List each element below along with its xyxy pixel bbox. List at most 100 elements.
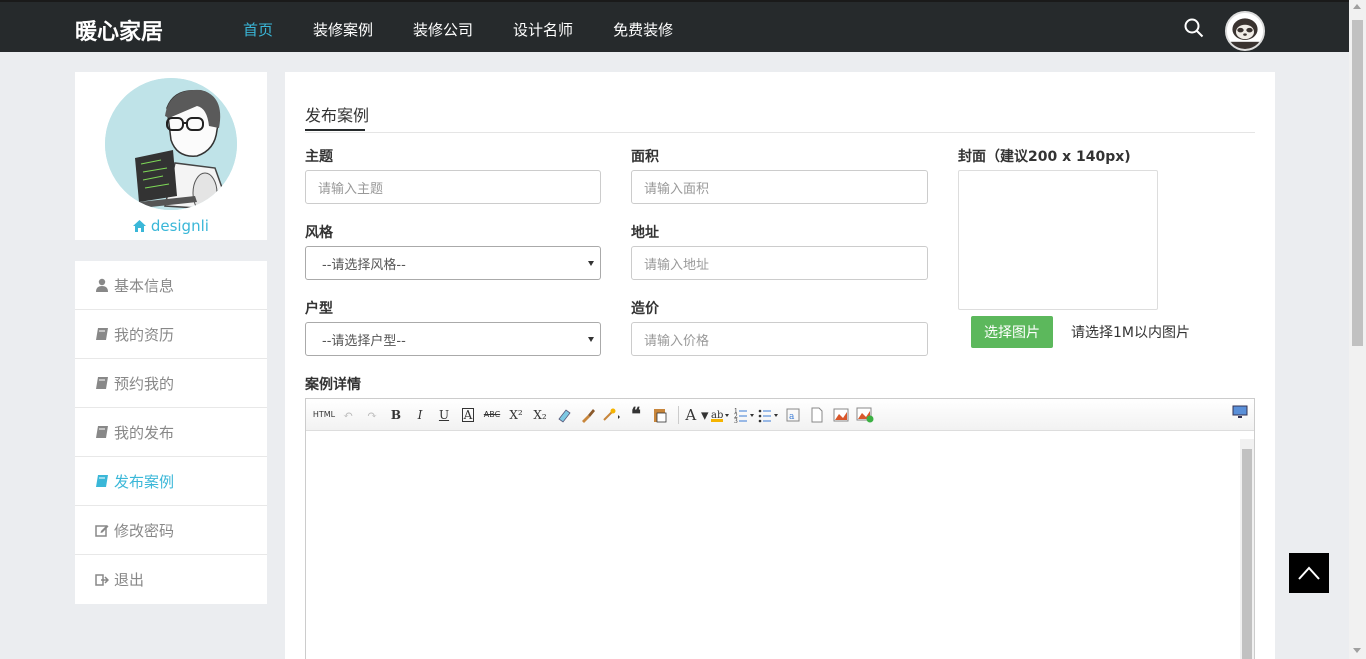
detail-label: 案例详情 <box>305 377 361 393</box>
nav-item-free-decoration[interactable]: 免费装修 <box>613 19 673 40</box>
sidebar-item-basic-info[interactable]: 基本信息 <box>75 261 267 310</box>
html-source-button[interactable]: HTML <box>312 405 336 425</box>
home-icon <box>133 220 147 232</box>
sidebar-menu: 基本信息 我的资历 预约我的 我的发布 发布案例 修改密码 退出 <box>75 261 267 604</box>
nav-item-home[interactable]: 首页 <box>243 19 273 40</box>
cover-preview <box>958 170 1158 310</box>
profile-name-text: designli <box>150 217 209 235</box>
book-icon <box>96 328 108 340</box>
house-type-label: 户型 <box>305 301 333 317</box>
sidebar-item-label: 修改密码 <box>114 521 175 540</box>
publish-case-panel: 发布案例 主题 请输入主题 面积 请输入面积 风格 --请选择风格-- 地址 请… <box>285 72 1275 659</box>
sidebar-item-label: 退出 <box>114 571 145 589</box>
strikethrough-icon[interactable]: ABC <box>480 405 504 425</box>
sidebar-item-publish-case[interactable]: 发布案例 <box>75 457 267 506</box>
nav-item-designers[interactable]: 设计名师 <box>513 19 573 40</box>
sidebar-item-logout[interactable]: 退出 <box>75 555 267 604</box>
ordered-list-icon[interactable]: 123 <box>733 405 757 425</box>
page-scrollbar-thumb[interactable] <box>1352 20 1363 346</box>
choose-image-button[interactable]: 选择图片 <box>971 316 1053 348</box>
address-input[interactable]: 请输入地址 <box>631 246 928 280</box>
tab-active-indicator <box>305 129 365 131</box>
style-select-value: --请选择风格-- <box>322 257 406 273</box>
profile-card: designli <box>75 72 267 240</box>
anchor-icon[interactable]: a <box>781 405 805 425</box>
sidebar-item-label: 发布案例 <box>114 472 175 491</box>
tab-publish-case[interactable]: 发布案例 <box>305 102 369 126</box>
paste-text-icon[interactable] <box>648 405 672 425</box>
house-type-select-value: --请选择户型-- <box>322 333 406 349</box>
sidebar-item-my-posts[interactable]: 我的发布 <box>75 408 267 457</box>
svg-text:3: 3 <box>734 418 738 423</box>
sidebar-item-qualifications[interactable]: 我的资历 <box>75 310 267 359</box>
select-caret-icon <box>588 261 594 266</box>
sidebar-item-label: 我的资历 <box>114 325 175 344</box>
scroll-up-icon[interactable] <box>1353 4 1361 9</box>
profile-avatar <box>105 78 237 210</box>
multi-image-icon[interactable] <box>853 405 877 425</box>
editor-scrollbar-thumb[interactable] <box>1242 449 1252 659</box>
style-select[interactable]: --请选择风格-- <box>305 246 601 280</box>
sloth-avatar-icon <box>1227 13 1263 49</box>
subject-input[interactable]: 请输入主题 <box>305 170 601 204</box>
cover-label: 封面（建议200 x 140px) <box>958 149 1131 165</box>
new-page-icon[interactable] <box>805 405 829 425</box>
font-color-icon[interactable]: A ▾ <box>685 405 709 425</box>
price-label: 造价 <box>631 301 659 317</box>
nav-item-cases[interactable]: 装修案例 <box>313 19 373 40</box>
sidebar-item-label: 我的发布 <box>114 423 175 442</box>
bold-icon[interactable]: B <box>384 405 408 425</box>
undo-icon[interactable]: ↶ <box>336 405 360 425</box>
sidebar-item-label: 基本信息 <box>114 276 175 295</box>
select-caret-icon <box>588 337 594 342</box>
top-navbar: 暖心家居 首页 装修案例 装修公司 设计名师 免费装修 <box>0 0 1366 52</box>
superscript-icon[interactable]: X² <box>504 405 528 425</box>
editor-toolbar: HTML ↶ ↷ B I U A ABC X² X₂ ❝ A ▾ ab 1 2 … <box>306 399 1254 431</box>
redo-icon[interactable]: ↷ <box>360 405 384 425</box>
subject-label: 主题 <box>305 149 333 165</box>
address-label: 地址 <box>631 225 659 241</box>
cover-hint: 请选择1M以内图片 <box>1071 325 1190 341</box>
book-icon <box>96 475 108 487</box>
style-label: 风格 <box>305 225 333 241</box>
highlight-color-icon[interactable]: ab <box>709 405 733 425</box>
book-icon <box>96 377 108 389</box>
fullscreen-icon[interactable] <box>1232 405 1248 419</box>
eraser-icon[interactable] <box>552 405 576 425</box>
italic-icon[interactable]: I <box>408 405 432 425</box>
auto-format-icon[interactable] <box>600 405 624 425</box>
site-logo[interactable]: 暖心家居 <box>75 14 163 46</box>
price-input[interactable]: 请输入价格 <box>631 322 928 356</box>
image-icon[interactable] <box>829 405 853 425</box>
main-nav: 首页 装修案例 装修公司 设计名师 免费装修 <box>243 19 713 40</box>
chevron-up-icon <box>1298 566 1320 580</box>
unordered-list-icon[interactable] <box>757 405 781 425</box>
user-icon <box>96 278 108 292</box>
page-scrollbar[interactable] <box>1349 0 1366 659</box>
designer-avatar-icon <box>105 78 237 210</box>
font-border-icon[interactable]: A <box>456 405 480 425</box>
editor-content-area[interactable] <box>306 432 1254 659</box>
edit-icon <box>95 525 109 537</box>
sidebar-item-change-password[interactable]: 修改密码 <box>75 506 267 555</box>
subscript-icon[interactable]: X₂ <box>528 405 552 425</box>
profile-name[interactable]: designli <box>75 217 267 235</box>
signout-icon <box>95 573 109 586</box>
tab-divider <box>305 132 1255 133</box>
user-avatar[interactable] <box>1225 11 1265 51</box>
format-brush-icon[interactable] <box>576 405 600 425</box>
nav-item-companies[interactable]: 装修公司 <box>413 19 473 40</box>
house-type-select[interactable]: --请选择户型-- <box>305 322 601 356</box>
back-to-top-button[interactable] <box>1289 553 1329 593</box>
toolbar-separator <box>678 405 679 424</box>
sidebar-item-my-appointments[interactable]: 预约我的 <box>75 359 267 408</box>
underline-icon[interactable]: U <box>432 405 456 425</box>
book-icon <box>96 426 108 438</box>
scroll-down-icon[interactable] <box>1353 648 1361 653</box>
sidebar-item-label: 预约我的 <box>114 374 175 393</box>
svg-text:a: a <box>789 412 795 422</box>
editor-scrollbar[interactable] <box>1240 439 1254 659</box>
blockquote-icon[interactable]: ❝ <box>624 404 648 425</box>
area-input[interactable]: 请输入面积 <box>631 170 928 204</box>
search-icon[interactable] <box>1184 18 1204 38</box>
